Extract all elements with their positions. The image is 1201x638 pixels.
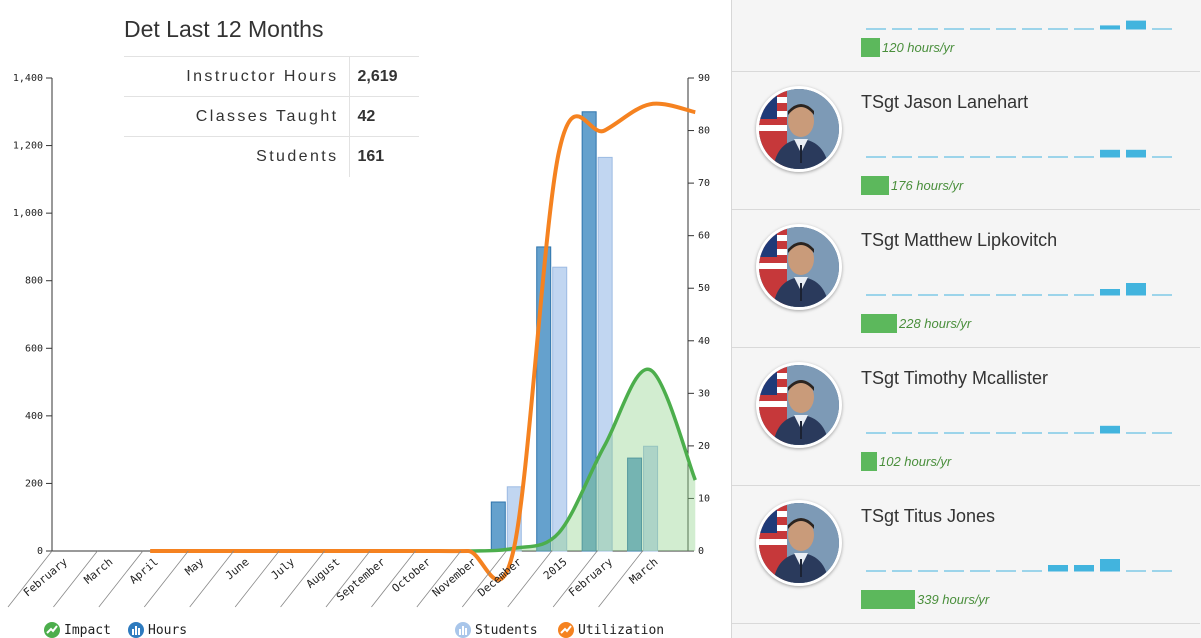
- left-axis-tick-label: 800: [25, 276, 43, 287]
- legend-item-utilization[interactable]: Utilization: [558, 622, 664, 638]
- stats-row: Instructor Hours 2,619: [124, 56, 419, 97]
- hours-progress-bar: [861, 176, 889, 195]
- spark-bar: [1074, 565, 1094, 571]
- x-axis-tick-label: March: [627, 555, 661, 586]
- instructor-card[interactable]: TSgt Timothy Mcallister 102 hours/yr: [732, 348, 1200, 486]
- left-axis-tick-label: 1,000: [13, 208, 43, 219]
- portrait-image: [759, 503, 839, 583]
- right-axis-tick-label: 20: [698, 441, 710, 452]
- x-axis-tick-label: March: [82, 555, 116, 586]
- stats-table: Instructor Hours 2,619 Classes Taught 42…: [124, 56, 419, 177]
- avatar: [756, 224, 842, 310]
- x-axis-tick-label: November: [430, 555, 479, 599]
- portrait-image: [759, 227, 839, 307]
- left-axis-tick-label: 1,400: [13, 73, 43, 84]
- right-axis-tick-label: 50: [698, 283, 710, 294]
- avatar: [756, 86, 842, 172]
- left-axis-tick-label: 1,200: [13, 141, 43, 152]
- spark-bar: [1126, 283, 1146, 295]
- instructor-list: 120 hours/yr TSgt Jason Lanehart 176 hou…: [731, 0, 1201, 638]
- hours-per-year: 102 hours/yr: [879, 454, 952, 469]
- instructor-card[interactable]: TSgt Titus Jones 339 hours/yr: [732, 486, 1200, 624]
- x-axis-tick-label: May: [183, 555, 207, 578]
- right-axis-tick-label: 0: [698, 546, 704, 557]
- spark-bar: [1048, 565, 1068, 571]
- legend-item-students[interactable]: Students: [455, 622, 538, 638]
- avatar: [756, 500, 842, 586]
- instructor-name: TSgt Timothy Mcallister: [861, 368, 1049, 388]
- legend-label: Students: [475, 622, 538, 638]
- right-axis-tick-label: 30: [698, 388, 710, 399]
- stat-value: 2,619: [349, 56, 419, 97]
- right-axis-tick-label: 40: [698, 336, 710, 347]
- stat-label: Instructor Hours: [124, 56, 350, 97]
- instructor-name: TSgt Jason Lanehart: [861, 92, 1029, 112]
- stat-label: Classes Taught: [124, 96, 350, 137]
- legend-label: Hours: [148, 622, 188, 638]
- bar-chart-icon: [455, 622, 471, 638]
- spark-bar: [1100, 425, 1120, 433]
- hours-bar: [490, 501, 506, 552]
- spark-bar: [1126, 20, 1146, 29]
- monthly-hours-sparkbar: [866, 559, 1172, 572]
- portrait-image: [759, 89, 839, 169]
- spark-bar: [1126, 149, 1146, 157]
- spark-bar: [1100, 289, 1120, 295]
- x-axis-tick-label: February: [566, 555, 615, 599]
- right-axis-tick-label: 90: [698, 73, 710, 84]
- hours-per-year: 339 hours/yr: [917, 592, 990, 607]
- stat-label: Students: [124, 136, 350, 177]
- hours-per-year: 176 hours/yr: [891, 178, 964, 193]
- legend-label: Utilization: [578, 622, 665, 638]
- left-axis-tick-label: 200: [25, 478, 43, 489]
- x-axis-tick-label: August: [304, 555, 343, 591]
- right-axis-tick-label: 70: [698, 178, 710, 189]
- hours-per-year: 228 hours/yr: [899, 316, 972, 331]
- monthly-hours-sparkbar: [866, 283, 1172, 296]
- spark-bar: [1100, 149, 1120, 157]
- stat-value: 161: [349, 136, 419, 177]
- bar-chart-icon: [128, 622, 144, 638]
- left-axis-tick-label: 400: [25, 411, 43, 422]
- chart-title: Det Last 12 Months: [124, 16, 324, 42]
- hours-progress-bar: [861, 452, 877, 471]
- instructor-name: TSgt Titus Jones: [861, 506, 996, 526]
- left-axis-tick-label: 600: [25, 343, 43, 354]
- x-axis-tick-label: February: [21, 555, 70, 599]
- portrait-image: [759, 365, 839, 445]
- stat-value: 42: [349, 96, 419, 137]
- hours-progress-bar: [861, 38, 880, 57]
- legend-item-impact[interactable]: Impact: [44, 622, 111, 638]
- monthly-hours-sparkbar: [866, 149, 1172, 158]
- stats-row: Students 161: [124, 136, 419, 177]
- instructor-name: TSgt Matthew Lipkovitch: [861, 230, 1058, 250]
- legend-label: Impact: [64, 622, 111, 638]
- students-bar: [552, 266, 568, 552]
- instructor-card[interactable]: TSgt Matthew Lipkovitch 228 hours/yr: [732, 210, 1200, 348]
- monthly-hours-sparkbar: [866, 20, 1172, 30]
- left-axis-tick-label: 0: [37, 546, 43, 557]
- trend-line-icon: [558, 622, 574, 638]
- chart-legend: Impact Hours Students Utilization: [0, 620, 730, 638]
- avatar: [756, 362, 842, 448]
- stats-row: Classes Taught 42: [124, 96, 419, 137]
- right-axis-tick-label: 80: [698, 126, 710, 137]
- hours-per-year: 120 hours/yr: [882, 40, 955, 55]
- instructor-card[interactable]: 120 hours/yr: [732, 0, 1200, 72]
- x-axis-tick-label: April: [127, 555, 161, 586]
- chart-panel: 0 200 400 600 800 1,000 1,200 1,400 0 10 20 30 40 50 6…: [0, 0, 730, 638]
- monthly-hours-sparkbar: [866, 425, 1172, 434]
- right-axis-tick-label: 10: [698, 493, 710, 504]
- spark-bar: [1100, 25, 1120, 29]
- spark-bar: [1100, 559, 1120, 571]
- trend-line-icon: [44, 622, 60, 638]
- legend-item-hours[interactable]: Hours: [128, 622, 187, 638]
- hours-progress-bar: [861, 314, 897, 333]
- instructor-card[interactable]: TSgt Jason Lanehart 176 hours/yr: [732, 72, 1200, 210]
- right-axis-tick-label: 60: [698, 231, 710, 242]
- hours-progress-bar: [861, 590, 915, 609]
